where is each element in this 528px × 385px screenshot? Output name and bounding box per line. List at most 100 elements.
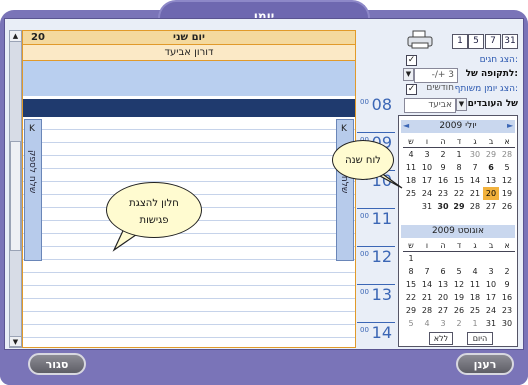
day-cell[interactable]: 22: [403, 291, 419, 304]
scroll-down-icon[interactable]: ▼: [10, 336, 21, 347]
day-cell[interactable]: 14: [467, 174, 483, 187]
day-cell[interactable]: 26: [451, 304, 467, 317]
day-cell[interactable]: 2: [451, 317, 467, 330]
day-cell[interactable]: 30: [467, 148, 483, 161]
meetings-callout: חלון להצגת פגישות: [106, 182, 202, 238]
day-cell[interactable]: 12: [451, 278, 467, 291]
day-cell[interactable]: 16: [499, 291, 515, 304]
view-month-button[interactable]: 1: [452, 34, 468, 49]
all-day-area[interactable]: [23, 61, 355, 97]
august-grid[interactable]: א ב ג ד ה ו ש 1 2 3 4 5 6 7 8 9 10 11 12 13 14 15 16 17 18 19 20 21…: [403, 239, 515, 330]
day-cell[interactable]: 5: [403, 317, 419, 330]
day-cell[interactable]: 4: [467, 265, 483, 278]
day-cell[interactable]: 26: [499, 200, 515, 213]
day-cell[interactable]: 3: [419, 148, 435, 161]
day-cell[interactable]: 7: [467, 161, 483, 174]
staff-select[interactable]: אביעד: [404, 98, 456, 113]
day-cell[interactable]: 2: [435, 148, 451, 161]
day-cell[interactable]: 16: [435, 174, 451, 187]
day-cell[interactable]: 17: [483, 291, 499, 304]
day-cell[interactable]: 22: [451, 187, 467, 200]
day-cell[interactable]: 6: [435, 265, 451, 278]
day-cell[interactable]: 1: [467, 317, 483, 330]
day-cell[interactable]: 4: [419, 317, 435, 330]
day-cell[interactable]: 13: [483, 174, 499, 187]
show-shared-checkbox[interactable]: ✓: [406, 84, 417, 95]
hour-label: 08: [371, 95, 392, 114]
day-cell[interactable]: 30: [499, 317, 515, 330]
show-holidays-checkbox[interactable]: ✓: [406, 55, 417, 66]
day-cell[interactable]: 23: [499, 304, 515, 317]
scroll-thumb[interactable]: [10, 141, 21, 251]
today-button[interactable]: היום: [467, 332, 493, 345]
week-row: 12 13 14 15 16 17 18: [403, 174, 515, 187]
day-cell[interactable]: 9: [499, 278, 515, 291]
collapse-icon[interactable]: K: [341, 124, 347, 134]
day-cell[interactable]: 21: [419, 291, 435, 304]
week-row: 2345678: [403, 265, 515, 278]
day-cell[interactable]: 29: [483, 148, 499, 161]
july-grid[interactable]: א ב ג ד ה ו ש 28 29 30 1 2 3 4 5 6 7 8 9 10 11 12 13 14 15 16 17 18…: [403, 135, 515, 213]
day-cell[interactable]: 19: [451, 291, 467, 304]
day-cell[interactable]: 31: [419, 200, 435, 213]
prev-month-icon[interactable]: ◄: [403, 121, 409, 130]
day-cell[interactable]: 3: [435, 317, 451, 330]
day-cell[interactable]: 10: [419, 161, 435, 174]
day-cell[interactable]: 8: [403, 265, 419, 278]
day-cell[interactable]: 8: [451, 161, 467, 174]
day-cell[interactable]: 1: [403, 252, 419, 265]
collapse-icon[interactable]: K: [29, 124, 35, 134]
period-select[interactable]: -/+ 3 חודשים: [414, 68, 458, 93]
period-dropdown-icon[interactable]: ▼: [403, 68, 414, 81]
view-week-button[interactable]: 5: [468, 34, 484, 49]
day-cell[interactable]: 20: [483, 187, 499, 200]
none-button[interactable]: ללא: [429, 332, 453, 345]
day-cell[interactable]: 13: [435, 278, 451, 291]
meetings-pane[interactable]: 20 יום שני דורון אביעד K שלח לספק K שלח …: [22, 30, 356, 348]
day-cell[interactable]: 29: [403, 304, 419, 317]
day-cell[interactable]: 27: [435, 304, 451, 317]
day-cell[interactable]: 2: [499, 265, 515, 278]
day-cell[interactable]: 27: [483, 200, 499, 213]
scroll-up-icon[interactable]: ▲: [10, 31, 21, 42]
day-cell[interactable]: 30: [435, 200, 451, 213]
day-cell[interactable]: 31: [483, 317, 499, 330]
day-cell[interactable]: 11: [467, 278, 483, 291]
day-cell[interactable]: 18: [467, 291, 483, 304]
day-cell[interactable]: 10: [483, 278, 499, 291]
day-cell[interactable]: 12: [499, 174, 515, 187]
day-cell[interactable]: 20: [435, 291, 451, 304]
day-cell[interactable]: 1: [451, 148, 467, 161]
day-cell[interactable]: 19: [499, 187, 515, 200]
day-cell[interactable]: 3: [483, 265, 499, 278]
view-day-button[interactable]: 31: [502, 34, 518, 49]
day-cell[interactable]: 5: [451, 265, 467, 278]
day-cell[interactable]: 14: [419, 278, 435, 291]
day-cell[interactable]: 29: [451, 200, 467, 213]
day-cell[interactable]: 28: [419, 304, 435, 317]
printer-icon[interactable]: [406, 30, 434, 50]
day-cell[interactable]: 21: [467, 187, 483, 200]
mini-calendar[interactable]: יולי 2009 ◄ ► א ב ג ד ה ו ש 28 29 30 1 2 3 4 5 6 7 8 9 10 11…: [398, 115, 518, 347]
day-cell[interactable]: 23: [435, 187, 451, 200]
day-cell[interactable]: 28: [499, 148, 515, 161]
staff-dropdown-icon[interactable]: ▼: [456, 98, 467, 111]
day-cell[interactable]: 24: [483, 304, 499, 317]
day-cell[interactable]: 15: [451, 174, 467, 187]
day-cell[interactable]: 6: [483, 161, 499, 174]
day-cell[interactable]: 9: [435, 161, 451, 174]
day-cell[interactable]: 15: [403, 278, 419, 291]
day-cell[interactable]: 17: [419, 174, 435, 187]
day-scrollbar[interactable]: ▲ ▼: [9, 30, 22, 348]
refresh-button[interactable]: רענן: [456, 353, 514, 375]
next-month-icon[interactable]: ►: [507, 121, 513, 130]
day-cell[interactable]: 25: [467, 304, 483, 317]
day-cell[interactable]: 24: [419, 187, 435, 200]
time-slots[interactable]: [23, 117, 355, 347]
side-tab-left[interactable]: K שלח לספק: [24, 119, 42, 261]
day-cell[interactable]: 7: [419, 265, 435, 278]
day-cell[interactable]: 5: [499, 161, 515, 174]
close-button[interactable]: סגור: [28, 353, 86, 375]
view-workweek-button[interactable]: 7: [485, 34, 501, 49]
day-cell[interactable]: 28: [467, 200, 483, 213]
